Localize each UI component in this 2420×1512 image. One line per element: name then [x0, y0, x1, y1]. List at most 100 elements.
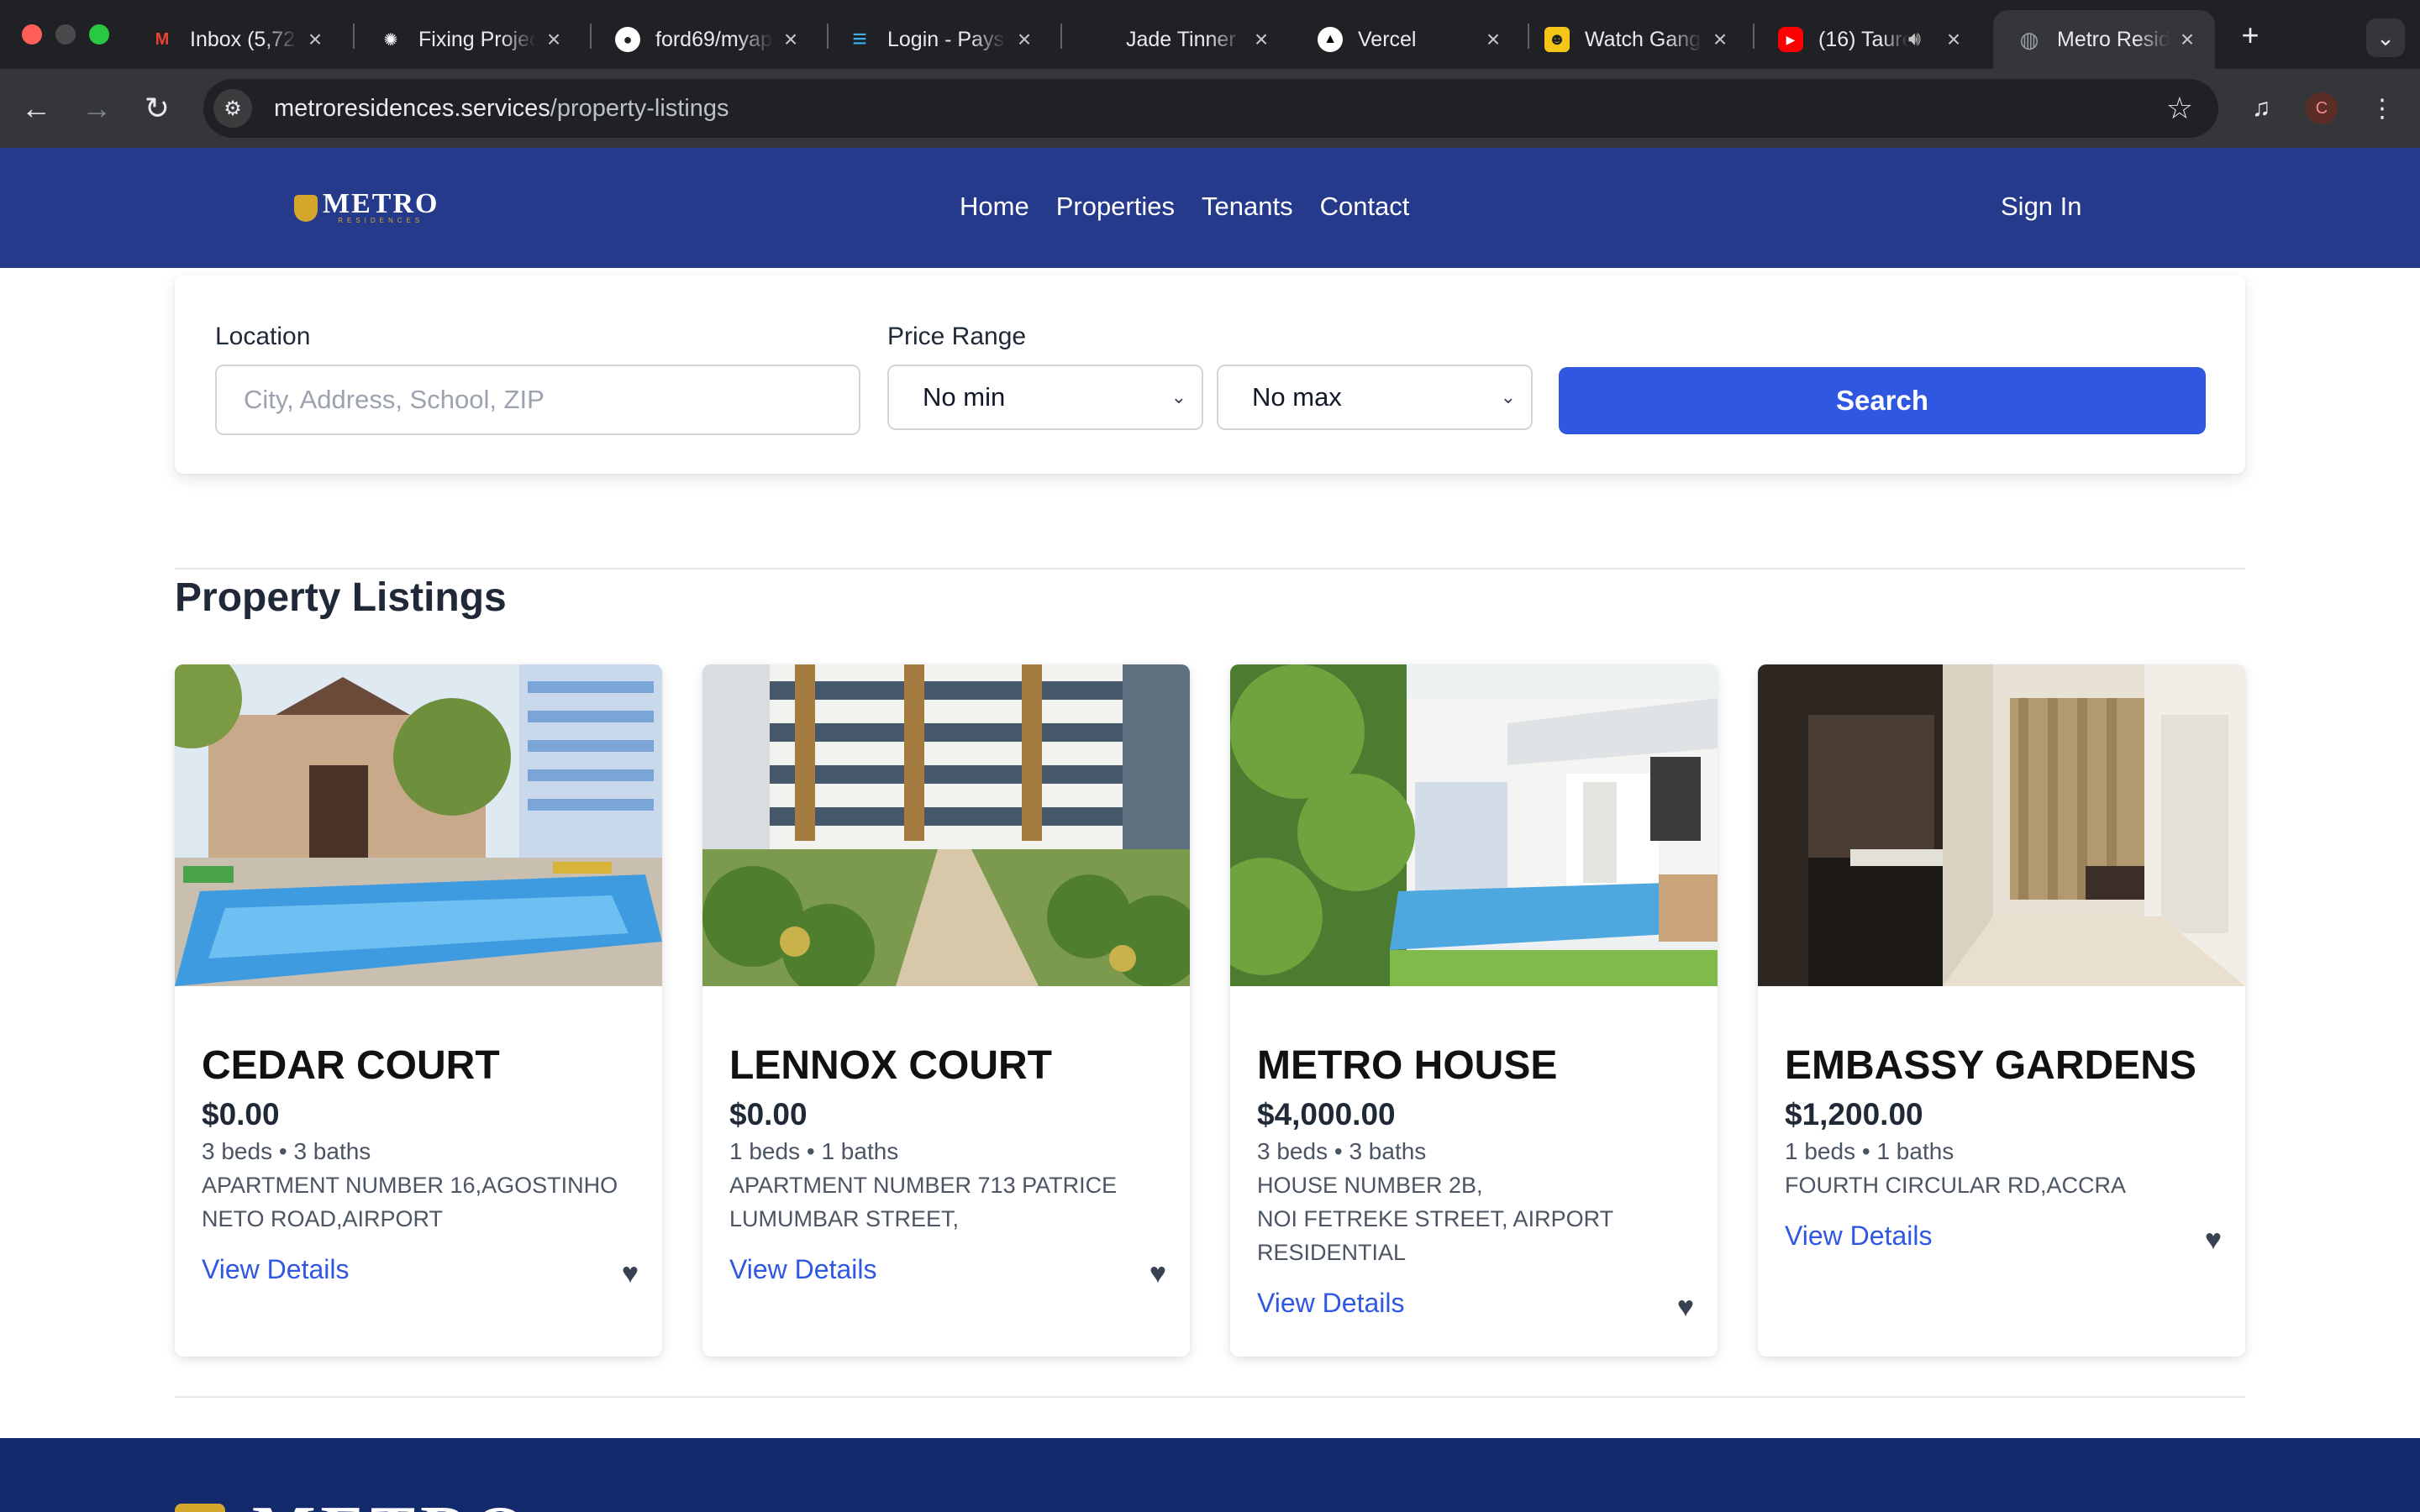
media-controls-icon[interactable]: ♫: [2242, 89, 2281, 128]
sign-in-link[interactable]: Sign In: [2001, 192, 2082, 222]
favorite-heart-icon[interactable]: ♥: [2205, 1224, 2222, 1257]
tab-close-icon[interactable]: ×: [304, 26, 326, 53]
tab-close-icon[interactable]: ×: [2176, 26, 2198, 53]
new-tab-button[interactable]: +: [2232, 17, 2269, 54]
forward-arrow-icon[interactable]: →: [77, 89, 116, 128]
property-card[interactable]: CEDAR COURT $0.00 3 beds • 3 baths APART…: [175, 664, 662, 1357]
tab-close-icon[interactable]: ×: [1250, 26, 1272, 53]
globe-icon: ◍: [2019, 26, 2039, 52]
site-settings-icon[interactable]: ⚙︎: [213, 89, 252, 128]
site-footer: METRO: [0, 1438, 2420, 1512]
property-photo[interactable]: [1758, 664, 2245, 986]
kebab-menu-icon[interactable]: ⋮: [2363, 89, 2402, 128]
max-price-select[interactable]: No max ⌄: [1217, 365, 1533, 430]
speaker-icon[interactable]: 🔊︎: [1908, 28, 1921, 51]
search-button[interactable]: Search: [1559, 367, 2206, 434]
tab-title: Fixing Project: [418, 27, 536, 51]
window-close-button[interactable]: [22, 24, 42, 45]
nav-contact[interactable]: Contact: [1320, 192, 1410, 222]
main-nav: Home Properties Tenants Contact: [960, 192, 1409, 222]
view-details-link[interactable]: View Details: [202, 1254, 349, 1284]
window-minimize-button[interactable]: [55, 24, 76, 45]
reload-icon[interactable]: ↻: [138, 89, 176, 128]
property-card[interactable]: METRO HOUSE $4,000.00 3 beds • 3 baths H…: [1230, 664, 1718, 1357]
browser-tab[interactable]: ▲ Vercel ×: [1294, 10, 1521, 69]
browser-tab-bar: M Inbox (5,727) × ✺ Fixing Project × ● f…: [0, 0, 2420, 69]
price-range-label: Price Range: [887, 323, 1027, 350]
search-panel: Location Price Range No min ⌄ No max ⌄ S…: [175, 276, 2245, 474]
location-input[interactable]: [215, 365, 860, 435]
property-price: $1,200.00: [1785, 1097, 1923, 1131]
paystack-icon: ≡: [852, 25, 867, 53]
min-price-select[interactable]: No min ⌄: [887, 365, 1203, 430]
favorite-heart-icon[interactable]: ♥: [1150, 1257, 1166, 1290]
property-address: FOURTH CIRCULAR RD,ACCRA: [1785, 1173, 2127, 1198]
lion-crest-icon: [175, 1504, 225, 1512]
profile-initial: C: [2315, 98, 2328, 118]
section-divider: [175, 1396, 2245, 1398]
address-bar[interactable]: ⚙︎ metroresidences.services/property-lis…: [203, 79, 2218, 138]
tab-search-chevron-icon[interactable]: ⌄: [2366, 18, 2405, 57]
tab-close-icon[interactable]: ×: [780, 26, 802, 53]
tab-close-icon[interactable]: ×: [1943, 26, 1965, 53]
property-card[interactable]: EMBASSY GARDENS $1,200.00 1 beds • 1 bat…: [1758, 664, 2245, 1357]
tab-title: Metro Residences: [2057, 27, 2170, 51]
tab-close-icon[interactable]: ×: [1013, 26, 1035, 53]
url-host: metroresidences.services: [274, 94, 550, 122]
tab-close-icon[interactable]: ×: [1482, 26, 1504, 53]
property-specs: 3 beds • 3 baths: [202, 1138, 371, 1164]
browser-tab[interactable]: M Inbox (5,727) ×: [126, 10, 343, 69]
card-actions: View Details ♥: [729, 1254, 1166, 1291]
tab-close-icon[interactable]: ×: [1709, 26, 1731, 53]
view-details-link[interactable]: View Details: [1257, 1288, 1404, 1318]
property-name: LENNOX COURT: [729, 1043, 1052, 1088]
property-specs: 1 beds • 1 baths: [1785, 1138, 1954, 1164]
browser-tab[interactable]: ▶ (16) Tauren 🔊︎ ×: [1754, 10, 1981, 69]
baths-count: 3 baths: [293, 1138, 371, 1164]
browser-tab[interactable]: ● ford69/myapp ×: [592, 10, 818, 69]
property-card[interactable]: LENNOX COURT $0.00 1 beds • 1 baths APAR…: [702, 664, 1190, 1357]
footer-logo-text: METRO: [252, 1497, 531, 1512]
beds-count: 1 beds: [1785, 1138, 1856, 1164]
property-name: METRO HOUSE: [1257, 1043, 1558, 1088]
property-photo[interactable]: [175, 664, 662, 986]
tab-title: Watch Gangs: [1585, 27, 1702, 51]
profile-avatar[interactable]: C: [2306, 92, 2338, 124]
url-text[interactable]: metroresidences.services/property-listin…: [274, 95, 729, 123]
property-price: $0.00: [202, 1097, 280, 1131]
beds-count: 3 beds: [202, 1138, 273, 1164]
chevron-down-icon: ⌄: [1500, 386, 1516, 407]
baths-count: 3 baths: [1349, 1138, 1427, 1164]
nav-home[interactable]: Home: [960, 192, 1029, 222]
browser-tab[interactable]: ≡ Login - Paystack ×: [823, 10, 1052, 69]
logo-brand-text: METRO: [323, 188, 439, 219]
browser-tab[interactable]: ☻ Watch Gangs ×: [1521, 10, 1748, 69]
browser-tab-active[interactable]: ◍ Metro Residences ×: [1993, 10, 2215, 69]
favorite-heart-icon[interactable]: ♥: [622, 1257, 639, 1290]
chatgpt-icon: ✺: [383, 30, 398, 50]
browser-tab[interactable]: ✺ Fixing Project ×: [355, 10, 581, 69]
card-body: CEDAR COURT $0.00 3 beds • 3 baths APART…: [202, 1042, 639, 1291]
nav-properties[interactable]: Properties: [1056, 192, 1175, 222]
browser-tab[interactable]: Jade Tinner ×: [1062, 10, 1289, 69]
property-specs: 1 beds • 1 baths: [729, 1138, 899, 1164]
tab-close-icon[interactable]: ×: [543, 26, 565, 53]
favorite-heart-icon[interactable]: ♥: [1677, 1291, 1694, 1324]
section-divider: [175, 568, 2245, 570]
watch-icon: ☻: [1544, 27, 1570, 52]
card-actions: View Details ♥: [202, 1254, 639, 1291]
back-arrow-icon[interactable]: ←: [17, 89, 55, 128]
vercel-icon: ▲: [1318, 27, 1343, 52]
bookmark-star-icon[interactable]: ☆: [2166, 91, 2193, 126]
view-details-link[interactable]: View Details: [1785, 1221, 1932, 1251]
metro-logo[interactable]: METRO RESIDENCES: [294, 188, 439, 225]
view-details-link[interactable]: View Details: [729, 1254, 876, 1284]
nav-tenants[interactable]: Tenants: [1202, 192, 1293, 222]
tab-title: Vercel: [1358, 27, 1417, 51]
property-photo[interactable]: [702, 664, 1190, 986]
github-icon: ●: [615, 27, 640, 52]
property-photo[interactable]: [1230, 664, 1718, 986]
card-body: EMBASSY GARDENS $1,200.00 1 beds • 1 bat…: [1785, 1042, 2222, 1257]
window-zoom-button[interactable]: [89, 24, 109, 45]
property-address: HOUSE NUMBER 2B, NOI FETREKE STREET, AIR…: [1257, 1173, 1614, 1265]
